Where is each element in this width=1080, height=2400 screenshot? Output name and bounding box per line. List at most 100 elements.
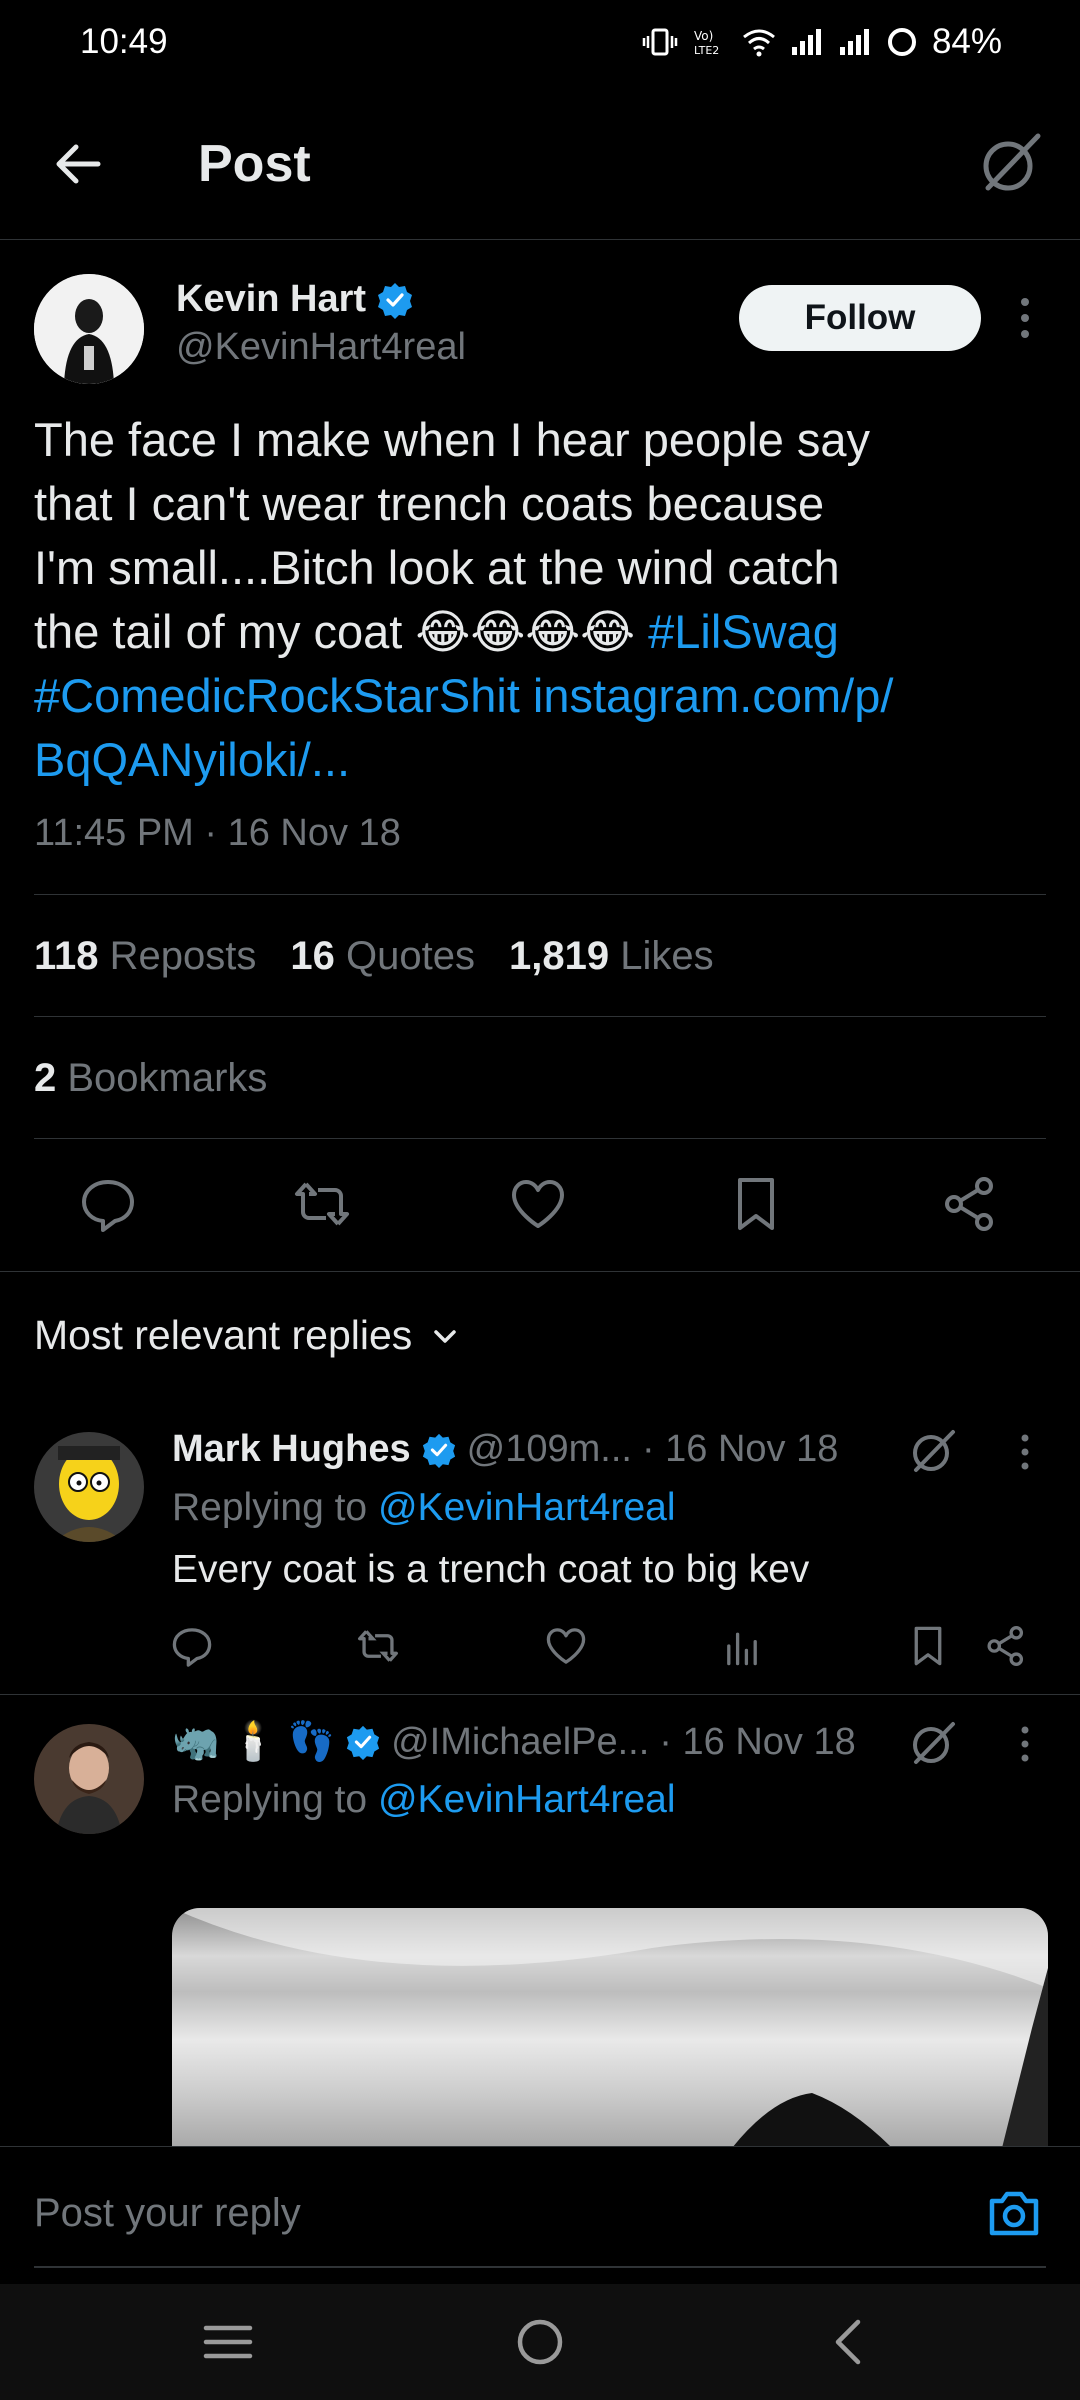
back-arrow-icon[interactable] — [50, 136, 106, 192]
bookmarks-stat[interactable]: 2 Bookmarks — [34, 1056, 267, 1101]
reply-author-name[interactable]: Mark Hughes — [172, 1428, 411, 1471]
svg-text:LTE2: LTE2 — [694, 44, 719, 57]
more-options-icon[interactable] — [1010, 1724, 1040, 1764]
wifi-icon — [743, 29, 775, 57]
bookmarks-count: 2 — [34, 1056, 57, 1100]
home-icon[interactable] — [512, 2314, 568, 2370]
signal-icon-2 — [839, 29, 869, 55]
reply-date: · 16 Nov 18 — [641, 1428, 839, 1470]
svg-text:Vo): Vo) — [694, 29, 713, 43]
like-heart-icon[interactable] — [544, 1624, 588, 1668]
likes-count: 1,819 — [509, 934, 610, 978]
replying-to: Replying to @KevinHart4real — [172, 1486, 676, 1530]
more-options-icon[interactable] — [1010, 1432, 1040, 1472]
tweet-text-line: #ComedicRockStarShit instagram.com/p/ — [34, 664, 1054, 728]
like-heart-icon[interactable] — [508, 1174, 568, 1234]
vibrate-icon — [642, 28, 678, 56]
battery-percent: 84% — [931, 22, 1002, 61]
replying-to-prefix: Replying to — [172, 1778, 368, 1821]
author-name[interactable]: Kevin Hart — [176, 278, 366, 321]
tweet-text: The face I make when I hear people say t… — [34, 408, 1054, 792]
replies-sort-label: Most relevant replies — [34, 1312, 413, 1358]
verified-badge-icon — [422, 1433, 455, 1468]
bookmark-icon[interactable] — [906, 1624, 950, 1668]
chevron-down-icon — [434, 1329, 457, 1343]
reply-date: · 16 Nov 18 — [659, 1720, 856, 1763]
repost-icon[interactable] — [292, 1174, 352, 1234]
engagement-stats: 118 Reposts 16 Quotes 1,819 Likes — [34, 934, 714, 979]
verified-badge-icon — [346, 1725, 380, 1760]
replying-to-link[interactable]: @KevinHart4real — [378, 1778, 676, 1821]
hashtag-link[interactable]: #ComedicRockStarShit — [34, 669, 520, 722]
tweet-action-bar — [0, 1170, 1080, 1240]
verified-badge-icon — [378, 282, 413, 319]
bookmark-icon[interactable] — [726, 1174, 786, 1234]
reply-icon[interactable] — [170, 1624, 214, 1668]
bookmarks-label: Bookmarks — [67, 1056, 268, 1100]
reply-avatar[interactable] — [34, 1432, 144, 1542]
divider — [34, 1016, 1046, 1017]
reply-author-handle[interactable]: @109m... — [467, 1428, 632, 1471]
reply-avatar[interactable] — [34, 1724, 144, 1834]
likes-stat[interactable]: 1,819 Likes — [509, 934, 714, 979]
views-icon[interactable] — [720, 1624, 764, 1668]
hashtag-link[interactable]: #LilSwag — [648, 605, 839, 658]
follow-button[interactable]: Follow — [739, 285, 981, 351]
repost-icon[interactable] — [356, 1624, 400, 1668]
reply-author-name[interactable]: 🦏 🕯️ 👣 — [172, 1720, 335, 1764]
reply-header: 🦏 🕯️ 👣 @IMichaelPe... · 16 Nov 18 — [172, 1720, 856, 1764]
quotes-count: 16 — [290, 934, 335, 978]
page-title: Post — [198, 135, 311, 193]
composer-underline — [34, 2266, 1046, 2268]
replies-sort-dropdown[interactable]: Most relevant replies — [34, 1312, 460, 1359]
likes-label: Likes — [620, 934, 714, 978]
reposts-label: Reposts — [109, 934, 257, 978]
reply-media-image[interactable] — [172, 1908, 1048, 2148]
tweet-text-line: I'm small....Bitch look at the wind catc… — [34, 541, 840, 594]
grok-icon[interactable] — [908, 1426, 958, 1476]
grok-icon[interactable] — [978, 130, 1044, 196]
tweet-text-fragment: the tail of my coat — [34, 605, 416, 658]
replying-to-prefix: Replying to — [172, 1486, 368, 1529]
status-icons: Vo) LTE2 84% — [642, 22, 1002, 62]
tweet-timestamp[interactable]: 11:45 PM · 16 Nov 18 — [34, 812, 401, 855]
url-link[interactable]: instagram.com/p/ — [533, 669, 893, 722]
recent-apps-icon[interactable] — [200, 2314, 256, 2370]
camera-icon[interactable] — [984, 2183, 1044, 2243]
reply-text: Every coat is a trench coat to big kev — [172, 1548, 810, 1591]
replying-to: Replying to @KevinHart4real — [172, 1778, 676, 1822]
author-name-row: Kevin Hart — [176, 278, 414, 321]
tweet-emojis: 😂😂😂😂 — [415, 605, 636, 658]
tweet-text-line: The face I make when I hear people say — [34, 413, 871, 466]
reply-header: Mark Hughes @109m... · 16 Nov 18 — [172, 1428, 838, 1471]
volte-icon: Vo)LTE2 — [694, 29, 719, 57]
battery-ring-icon — [887, 28, 916, 56]
reply-composer[interactable]: Post your reply — [0, 2146, 1080, 2284]
divider — [34, 894, 1046, 895]
status-time: 10:49 — [80, 22, 168, 61]
quotes-stat[interactable]: 16 Quotes — [290, 934, 475, 979]
author-avatar[interactable] — [34, 274, 144, 384]
grok-icon[interactable] — [908, 1718, 958, 1768]
back-icon[interactable] — [822, 2314, 878, 2370]
share-icon[interactable] — [940, 1174, 1000, 1234]
divider — [0, 1694, 1080, 1695]
url-link[interactable]: BqQANyiloki/... — [34, 733, 350, 786]
tweet-text-line: the tail of my coat 😂😂😂😂 #LilSwag — [34, 600, 1054, 664]
tweet-text-line: that I can't wear trench coats because — [34, 477, 825, 530]
signal-icon-1 — [791, 29, 821, 55]
share-icon[interactable] — [984, 1624, 1028, 1668]
author-handle[interactable]: @KevinHart4real — [176, 326, 466, 369]
more-options-icon[interactable] — [1010, 296, 1040, 340]
reply-author-handle[interactable]: @IMichaelPe... — [391, 1721, 649, 1764]
divider — [34, 1138, 1046, 1139]
reposts-count: 118 — [34, 934, 99, 978]
divider — [0, 1271, 1080, 1272]
replying-to-link[interactable]: @KevinHart4real — [378, 1486, 676, 1529]
top-app-bar: Post — [0, 86, 1080, 240]
reply-input-placeholder[interactable]: Post your reply — [34, 2191, 301, 2236]
reposts-stat[interactable]: 118 Reposts — [34, 934, 256, 979]
quotes-label: Quotes — [346, 934, 475, 978]
reply-icon[interactable] — [78, 1174, 138, 1234]
reply-action-bar — [0, 1624, 1080, 1674]
